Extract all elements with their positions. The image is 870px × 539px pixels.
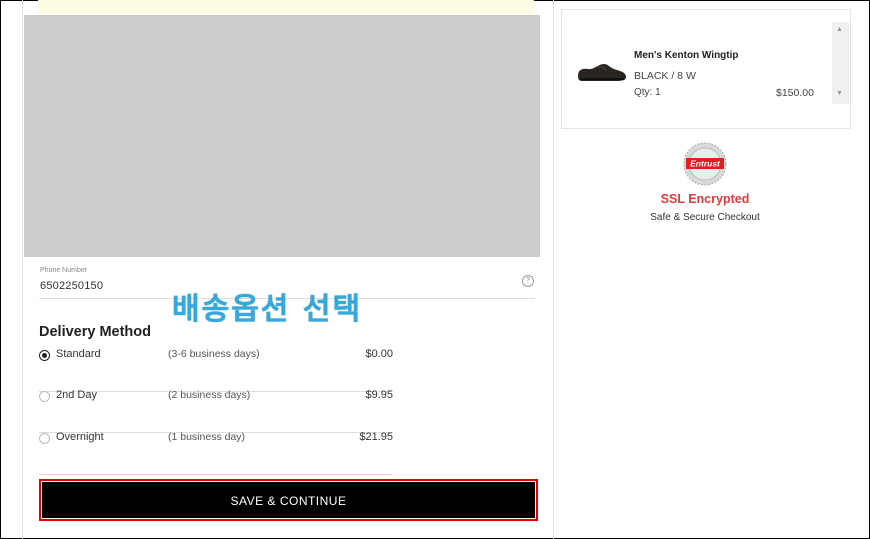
cart-item-qty: Qty: 1 <box>634 87 661 98</box>
cart-item-price: $150.00 <box>776 87 814 99</box>
radio-button[interactable] <box>39 433 50 444</box>
phone-field[interactable]: 6502250150 <box>40 280 103 292</box>
delivery-option-days: (2 business days) <box>168 389 251 401</box>
delivery-option-name: Overnight <box>56 431 104 443</box>
shoe-icon <box>578 64 626 81</box>
radio-button[interactable] <box>39 391 50 402</box>
delivery-option-price: $0.00 <box>365 348 393 360</box>
delivery-option-days: (3-6 business days) <box>168 348 260 360</box>
delivery-option-price: $9.95 <box>365 389 393 401</box>
cart-item-name: Men's Kenton Wingtip <box>634 50 739 61</box>
delivery-option-overnight[interactable]: Overnight (1 business day) $21.95 <box>39 431 393 475</box>
radio-button-selected[interactable] <box>39 350 50 361</box>
delivery-option-standard[interactable]: Standard (3-6 business days) $0.00 <box>39 348 393 392</box>
entrust-seal-icon: Entrust <box>683 142 727 186</box>
scroll-down-icon[interactable]: ▼ <box>836 90 843 97</box>
cart-item-variant: BLACK / 8 W <box>634 70 696 82</box>
save-and-continue-button[interactable]: SAVE & CONTINUE <box>42 482 535 518</box>
delivery-option-days: (1 business day) <box>168 431 246 443</box>
scroll-up-icon[interactable]: ▲ <box>836 26 843 33</box>
notice-strip <box>38 0 534 14</box>
cart-scrollbar[interactable]: ▲ ▼ <box>832 22 849 104</box>
help-icon[interactable]: ? <box>522 275 534 287</box>
delivery-option-name: 2nd Day <box>56 389 97 401</box>
address-map-placeholder <box>24 15 540 257</box>
phone-field-label: Phone Number <box>40 267 88 274</box>
seal-text: Entrust <box>690 159 721 169</box>
ssl-title: SSL Encrypted <box>660 192 750 206</box>
delivery-option-2nd-day[interactable]: 2nd Day (2 business days) $9.95 <box>39 389 393 433</box>
delivery-method-heading: Delivery Method <box>39 324 151 340</box>
delivery-option-name: Standard <box>56 348 101 360</box>
delivery-option-price: $21.95 <box>359 431 393 443</box>
annotation-label: 배송옵션 선택 <box>172 292 363 327</box>
ssl-subtitle: Safe & Secure Checkout <box>650 212 760 223</box>
